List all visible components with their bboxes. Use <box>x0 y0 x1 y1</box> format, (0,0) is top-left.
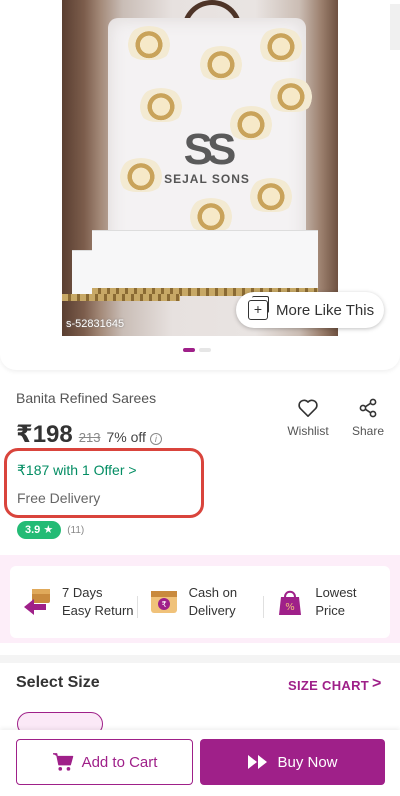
motif <box>126 26 172 60</box>
lowest-price-icon: % <box>279 590 302 615</box>
motif <box>268 78 314 112</box>
more-like-this-label: More Like This <box>276 301 375 319</box>
motif <box>198 46 244 80</box>
highlight-annotation <box>4 448 204 518</box>
rating-count: (11) <box>67 524 85 536</box>
share-icon <box>359 398 377 418</box>
benefit-cash-on-delivery[interactable]: ₹ Cash on Delivery <box>136 584 264 620</box>
motif <box>188 198 234 232</box>
delivery-label: Free Delivery <box>17 490 101 506</box>
product-photo[interactable]: SS SEJAL SONS s-52831645 <box>62 0 338 336</box>
product-info: Banita Refined Sarees ₹198 213 7% off i … <box>16 390 384 448</box>
svg-text:%: % <box>286 602 296 613</box>
benefit-line1: 7 Days <box>62 585 103 600</box>
benefit-line2: Delivery <box>188 603 236 618</box>
wishlist-label: Wishlist <box>287 424 329 438</box>
rating-badge: 3.9 ★ <box>17 521 62 539</box>
fast-forward-icon <box>248 755 268 769</box>
benefit-line2: Easy Return <box>62 603 134 618</box>
rating-row[interactable]: 3.9 ★ (11) <box>17 521 84 539</box>
benefit-easy-return[interactable]: 7 Days Easy Return <box>10 584 137 620</box>
share-label: Share <box>351 424 385 438</box>
motif <box>118 158 164 192</box>
brand-logo-icon: SS <box>183 125 237 174</box>
benefit-lowest-price[interactable]: % Lowest Price <box>263 584 390 620</box>
carousel-dot-active[interactable] <box>183 348 195 352</box>
heart-icon <box>298 399 318 417</box>
info-icon[interactable]: i <box>149 433 162 445</box>
carousel-indicator <box>183 348 211 352</box>
chevron-right-icon[interactable]: > <box>372 675 381 693</box>
select-size-title: Select Size <box>16 674 100 691</box>
easy-return-icon <box>24 589 50 615</box>
saree-border <box>62 294 180 301</box>
add-to-cart-button[interactable]: Add to Cart <box>16 739 193 785</box>
original-price: 213 <box>78 430 101 445</box>
brand-watermark-text: SEJAL SONS <box>164 172 250 186</box>
product-image-section: SS SEJAL SONS s-52831645 + More Like Thi… <box>0 0 400 370</box>
size-chart-link[interactable]: SIZE CHART <box>288 678 369 693</box>
cart-icon <box>52 753 73 771</box>
brand-watermark: SS SEJAL SONS <box>162 125 252 187</box>
side-scroll-edge <box>390 4 400 50</box>
wishlist-button[interactable]: Wishlist <box>282 398 334 438</box>
motif <box>138 88 184 122</box>
add-to-cart-label: Add to Cart <box>81 753 158 771</box>
share-button[interactable]: Share <box>348 398 388 438</box>
sku-label: s-52831645 <box>66 318 125 330</box>
discount-label: 7% off <box>106 429 146 445</box>
more-like-this-button[interactable]: + More Like This <box>236 292 384 328</box>
cash-on-delivery-icon: ₹ <box>150 591 177 613</box>
buy-now-label: Buy Now <box>277 753 338 771</box>
selling-price: ₹198 <box>16 421 73 448</box>
saree-fold <box>92 230 318 290</box>
benefit-line2: Price <box>315 603 345 618</box>
motif <box>248 178 294 212</box>
benefits-strip: 7 Days Easy Return ₹ Cash on Delivery % … <box>10 566 390 638</box>
benefit-line1: Cash on <box>188 585 238 600</box>
benefit-line1: Lowest <box>315 585 357 600</box>
motif <box>258 28 304 62</box>
buy-now-button[interactable]: Buy Now <box>200 739 385 785</box>
svg-text:₹: ₹ <box>161 600 166 609</box>
offer-link[interactable]: ₹187 with 1 Offer > <box>17 462 137 479</box>
price-row: ₹198 213 7% off i <box>16 420 162 449</box>
carousel-dot[interactable] <box>199 348 211 352</box>
add-collection-icon: + <box>248 296 269 320</box>
